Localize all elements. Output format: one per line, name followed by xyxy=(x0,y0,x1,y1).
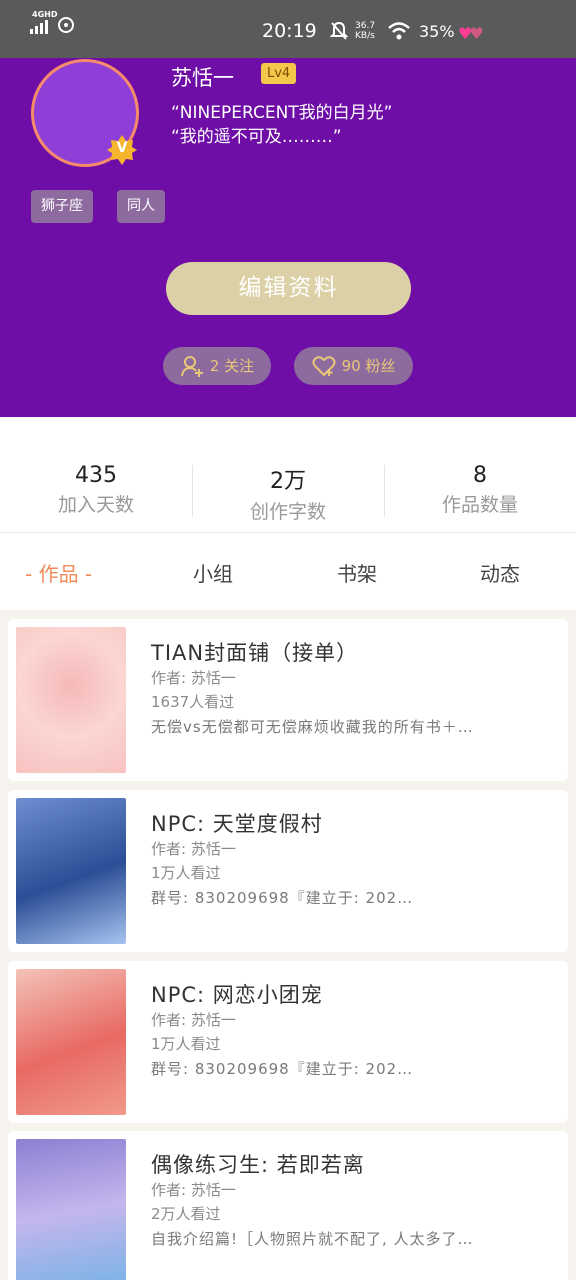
work-card[interactable]: NPC: 天堂度假村 作者: 苏恬一 1万人看过 群号: 830209698『建… xyxy=(8,790,568,952)
stat-word-count: 2万 创作字数 xyxy=(192,463,384,524)
work-title: NPC: 网恋小团宠 xyxy=(151,983,323,1007)
username: 苏恬一 xyxy=(171,66,234,90)
net-speed-unit: KB/s xyxy=(355,31,375,41)
work-author: 作者: 苏恬一 xyxy=(151,669,236,687)
tab-works[interactable]: - 作品 - xyxy=(25,558,92,587)
work-description: 群号: 830209698『建立于: 202… xyxy=(151,889,414,907)
stats-bar: 435 加入天数 2万 创作字数 8 作品数量 xyxy=(0,417,576,532)
stat-value: 2万 xyxy=(270,469,306,494)
work-views: 2万人看过 xyxy=(151,1205,221,1223)
signature-line-1: “NINEPERCENT我的白月光” xyxy=(171,103,393,123)
mute-bell-icon xyxy=(330,21,348,40)
work-card[interactable]: TIAN封面铺（接单） 作者: 苏恬一 1637人看过 无偿vs无偿都可无偿麻烦… xyxy=(8,619,568,781)
tab-activity[interactable]: 动态 xyxy=(480,558,520,587)
stat-label: 创作字数 xyxy=(249,501,326,523)
tag-fanfic[interactable]: 同人 xyxy=(117,190,165,223)
work-title: NPC: 天堂度假村 xyxy=(151,812,323,836)
book-cover-image xyxy=(16,798,126,944)
work-views: 1637人看过 xyxy=(151,693,235,711)
signature-line-2: “我的遥不可及………” xyxy=(171,127,342,147)
work-title: TIAN封面铺（接单） xyxy=(151,641,359,665)
status-bar: 4GHD 20:19 36.7 KB/s 35% ♥♥ xyxy=(0,0,576,58)
work-description: 无偿vs无偿都可无偿麻烦收藏我的所有书＋… xyxy=(151,718,474,736)
tab-groups[interactable]: 小组 xyxy=(193,558,233,587)
net-speed-value: 36.7 xyxy=(355,21,376,31)
stat-label: 作品数量 xyxy=(441,494,518,516)
clock: 20:19 xyxy=(262,20,317,42)
wifi-icon xyxy=(388,22,410,40)
work-views: 1万人看过 xyxy=(151,864,221,882)
stat-label: 加入天数 xyxy=(57,494,134,516)
work-author: 作者: 苏恬一 xyxy=(151,840,236,858)
work-card[interactable]: NPC: 网恋小团宠 作者: 苏恬一 1万人看过 群号: 830209698『建… xyxy=(8,961,568,1123)
book-cover-image xyxy=(16,969,126,1115)
network-type: 4GHD xyxy=(32,10,58,19)
signal-icon: 4GHD xyxy=(30,10,57,34)
following-button[interactable]: 2 关注 xyxy=(163,347,271,385)
followers-button[interactable]: 90 粉丝 xyxy=(294,347,413,385)
work-views: 1万人看过 xyxy=(151,1035,221,1053)
tab-bookshelf[interactable]: 书架 xyxy=(337,558,377,587)
work-author: 作者: 苏恬一 xyxy=(151,1011,236,1029)
tag-zodiac[interactable]: 狮子座 xyxy=(31,190,93,223)
stat-join-days: 435 加入天数 xyxy=(0,463,192,517)
followers-count: 90 粉丝 xyxy=(341,357,396,375)
battery-percent: 35% xyxy=(419,22,455,41)
content-tabs: - 作品 - 小组 书架 动态 xyxy=(0,532,576,610)
stat-works-count: 8 作品数量 xyxy=(384,463,576,517)
work-card[interactable]: 偶像练习生: 若即若离 作者: 苏恬一 2万人看过 自我介绍篇!［人物照片就不配… xyxy=(8,1131,568,1280)
battery-heart-icon: ♥♥ xyxy=(458,24,484,43)
following-count: 2 关注 xyxy=(209,357,255,375)
edit-profile-button[interactable]: 编辑资料 xyxy=(166,262,411,315)
net-speed: 36.7 KB/s xyxy=(355,21,375,41)
heart-plus-icon xyxy=(312,356,336,377)
stat-value: 8 xyxy=(473,463,487,488)
work-title: 偶像练习生: 若即若离 xyxy=(151,1153,365,1177)
book-cover-image xyxy=(16,1139,126,1280)
add-user-icon xyxy=(180,356,203,377)
sync-icon xyxy=(58,17,74,33)
work-author: 作者: 苏恬一 xyxy=(151,1181,236,1199)
status-left: 4GHD xyxy=(30,10,74,34)
profile-header: V 苏恬一 Lv4 “NINEPERCENT我的白月光” “我的遥不可及………”… xyxy=(0,58,576,417)
work-description: 群号: 830209698『建立于: 202… xyxy=(151,1060,414,1078)
stat-value: 435 xyxy=(75,463,117,488)
work-description: 自我介绍篇!［人物照片就不配了, 人太多了… xyxy=(151,1230,474,1248)
verified-badge-icon: V xyxy=(107,135,137,165)
level-badge: Lv4 xyxy=(261,63,297,84)
book-cover-image xyxy=(16,627,126,773)
